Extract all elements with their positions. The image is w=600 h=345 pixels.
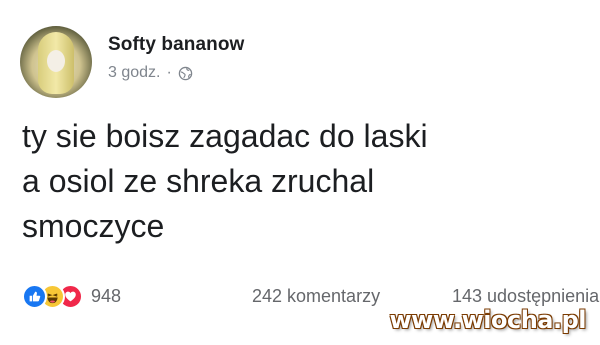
- post-card: Softy bananow 3 godz. · ty sie boisz zag…: [0, 0, 600, 345]
- face-shape: [47, 50, 65, 72]
- post-timestamp[interactable]: 3 godz.: [108, 64, 160, 82]
- shares-count[interactable]: 143 udostępnienia: [452, 286, 600, 307]
- post-text-line: ty sie boisz zagadac do laski: [22, 118, 428, 154]
- like-icon: [22, 284, 47, 309]
- avatar[interactable]: [20, 26, 92, 98]
- reactions-summary[interactable]: 948: [22, 284, 121, 309]
- comments-count[interactable]: 242 komentarzy: [252, 286, 380, 307]
- author-name[interactable]: Softy bananow: [108, 34, 244, 56]
- watermark: www.wiocha.pl: [389, 306, 586, 334]
- reaction-count: 948: [91, 286, 122, 306]
- post-text-line: a osiol ze shreka zruchal: [22, 163, 375, 199]
- post-meta: 3 godz. ·: [108, 64, 193, 82]
- globe-icon[interactable]: [178, 66, 193, 81]
- post-text-line: smoczyce: [22, 208, 165, 244]
- post-text: ty sie boisz zagadac do laski a osiol ze…: [22, 114, 582, 249]
- meta-separator: ·: [166, 64, 172, 81]
